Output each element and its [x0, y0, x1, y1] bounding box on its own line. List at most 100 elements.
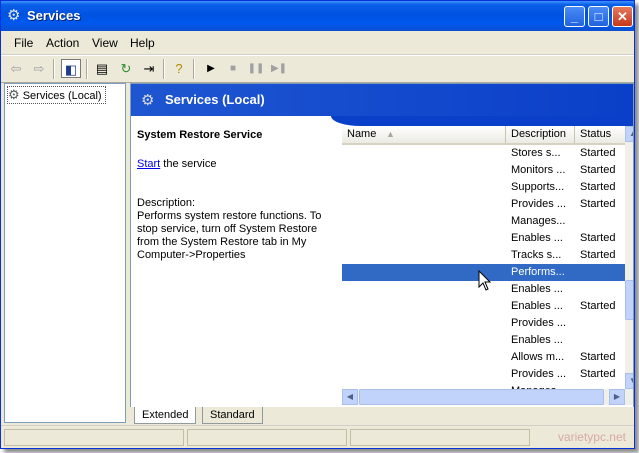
service-row[interactable]: ⚙Terminal ServicesAllows m...Started: [342, 349, 625, 366]
service-row[interactable]: ⚙TelephonyProvides ...: [342, 315, 625, 332]
service-status: Started: [580, 300, 616, 312]
column-header-description[interactable]: Description: [506, 126, 575, 143]
service-row[interactable]: ⚙Smart CardManages...: [342, 213, 625, 230]
service-row[interactable]: ⚙Security Accounts ManagerStores s...Sta…: [342, 145, 625, 162]
service-row[interactable]: ⚙TelnetEnables ...: [342, 332, 625, 349]
properties-icon[interactable]: ▤: [92, 59, 112, 78]
help-icon[interactable]: ?: [169, 59, 189, 78]
service-description: Supports...: [511, 181, 565, 193]
sort-ascending-icon: ▲: [386, 129, 395, 139]
service-status: Started: [580, 181, 616, 193]
description-heading: Description:: [137, 197, 196, 209]
service-row[interactable]: ⚙ServerSupports...Started: [342, 179, 625, 196]
watermark: varietypc.net: [557, 430, 626, 444]
service-description: Monitors ...: [511, 164, 566, 176]
start-service-line: Start the service: [137, 158, 327, 171]
service-description: Manages...: [511, 215, 566, 227]
service-status: Started: [580, 351, 616, 363]
close-button[interactable]: ✕: [612, 6, 633, 27]
view-tabs: Extended Standard: [130, 407, 634, 425]
list-header: Name ▲ Description Status: [342, 126, 625, 145]
service-description: Provides ...: [511, 317, 567, 329]
minimize-button[interactable]: _: [564, 6, 585, 27]
scroll-up-icon[interactable]: ▲: [625, 126, 633, 142]
window-title: Services: [27, 8, 81, 23]
restart-service-icon[interactable]: ▶❚: [269, 59, 289, 78]
status-segment: [350, 429, 530, 446]
service-status: Started: [580, 147, 616, 159]
start-service-suffix: the service: [160, 158, 217, 170]
column-header-status[interactable]: Status: [575, 126, 625, 143]
start-service-link[interactable]: Start: [137, 158, 160, 170]
pane-banner: ⚙ Services (Local): [131, 84, 633, 116]
service-description: Enables ...: [511, 283, 563, 295]
stop-service-icon[interactable]: ■: [223, 59, 243, 78]
gears-icon: ⚙: [7, 7, 21, 24]
pause-service-icon[interactable]: ❚❚: [246, 59, 266, 78]
details-pane: ⚙ Services (Local) System Restore Servic…: [130, 83, 634, 424]
service-status: Started: [580, 198, 616, 210]
service-row[interactable]: ⚙Security CenterMonitors ...Started: [342, 162, 625, 179]
service-status: Started: [580, 249, 616, 261]
services-window: ⚙ Services _ □ ✕ File Action View Help ⇦…: [0, 0, 635, 449]
status-segment: [4, 429, 184, 446]
gears-icon: ⚙: [141, 92, 155, 109]
description-text: Performs system restore functions. To st…: [137, 210, 322, 261]
menu-view[interactable]: View: [92, 36, 118, 50]
service-description-panel: System Restore Service Start the service…: [137, 129, 327, 262]
toolbar-separator: [163, 59, 165, 79]
service-description: Stores s...: [511, 147, 561, 159]
services-list: Name ▲ Description Status ⚙Security Accou…: [342, 126, 625, 405]
status-segment: [187, 429, 347, 446]
menu-action[interactable]: Action: [46, 36, 79, 50]
maximize-button[interactable]: □: [588, 6, 609, 27]
menu-file[interactable]: File: [14, 36, 33, 50]
scroll-down-icon[interactable]: ▼: [625, 373, 633, 389]
banner-curve: [331, 116, 633, 126]
menu-bar: File Action View Help: [1, 31, 634, 55]
pane-title: Services (Local): [165, 92, 265, 107]
back-arrow-icon[interactable]: ⇦: [6, 59, 26, 78]
horizontal-scrollbar[interactable]: ◀ ▶: [342, 389, 625, 405]
service-status: Started: [580, 232, 616, 244]
title-bar[interactable]: ⚙ Services _ □ ✕: [1, 1, 634, 31]
service-description: Enables ...: [511, 334, 563, 346]
export-list-icon[interactable]: ⇥: [139, 59, 159, 78]
scroll-left-icon[interactable]: ◀: [342, 389, 358, 405]
service-row[interactable]: ⚙System Event NotificationTracks s...Sta…: [342, 247, 625, 264]
service-row[interactable]: ⚙ThemesProvides ...Started: [342, 366, 625, 383]
show-hide-tree-icon[interactable]: ◧: [61, 59, 81, 78]
service-row[interactable]: ⚙TCP/IP NetBIOS HelperEnables ...Started: [342, 298, 625, 315]
toolbar-separator: [86, 59, 88, 79]
vertical-scrollbar[interactable]: ▲ ▼: [625, 126, 633, 405]
refresh-icon[interactable]: ↻: [116, 59, 136, 78]
mouse-cursor-icon: [478, 270, 492, 291]
toolbar-separator: [53, 59, 55, 79]
tree-item-label: Services (Local): [22, 90, 102, 102]
service-row[interactable]: ⚙Shell Hardware DetectionProvides ...Sta…: [342, 196, 625, 213]
scroll-right-icon[interactable]: ▶: [609, 389, 625, 405]
tab-extended[interactable]: Extended: [134, 407, 197, 424]
menu-help[interactable]: Help: [130, 36, 155, 50]
toolbar: ⇦ ⇨ ◧ ▤ ↻ ⇥ ? ▶ ■ ❚❚ ▶❚: [1, 55, 634, 83]
console-tree: ⚙ Services (Local): [4, 83, 126, 423]
service-description: Enables ...: [511, 300, 563, 312]
vertical-scroll-thumb[interactable]: [625, 280, 633, 320]
service-description: Provides ...: [511, 368, 567, 380]
column-header-name-label: Name: [347, 128, 377, 140]
service-description: Enables ...: [511, 232, 563, 244]
service-description: Allows m...: [511, 351, 565, 363]
column-header-name[interactable]: Name ▲: [342, 126, 506, 143]
service-description: Tracks s...: [511, 249, 562, 261]
status-bar: varietypc.net: [1, 425, 634, 448]
service-status: Started: [580, 164, 616, 176]
forward-arrow-icon[interactable]: ⇨: [29, 59, 49, 78]
service-status: Started: [580, 368, 616, 380]
toolbar-separator: [193, 59, 195, 79]
start-service-icon[interactable]: ▶: [201, 59, 221, 78]
gears-icon: ⚙: [8, 87, 20, 102]
service-row[interactable]: ⚙SSDP Discovery ServiceEnables ...Starte…: [342, 230, 625, 247]
tree-item-services-local[interactable]: ⚙ Services (Local): [7, 86, 106, 104]
tab-standard[interactable]: Standard: [202, 407, 263, 424]
horizontal-scroll-thumb[interactable]: [359, 389, 604, 405]
